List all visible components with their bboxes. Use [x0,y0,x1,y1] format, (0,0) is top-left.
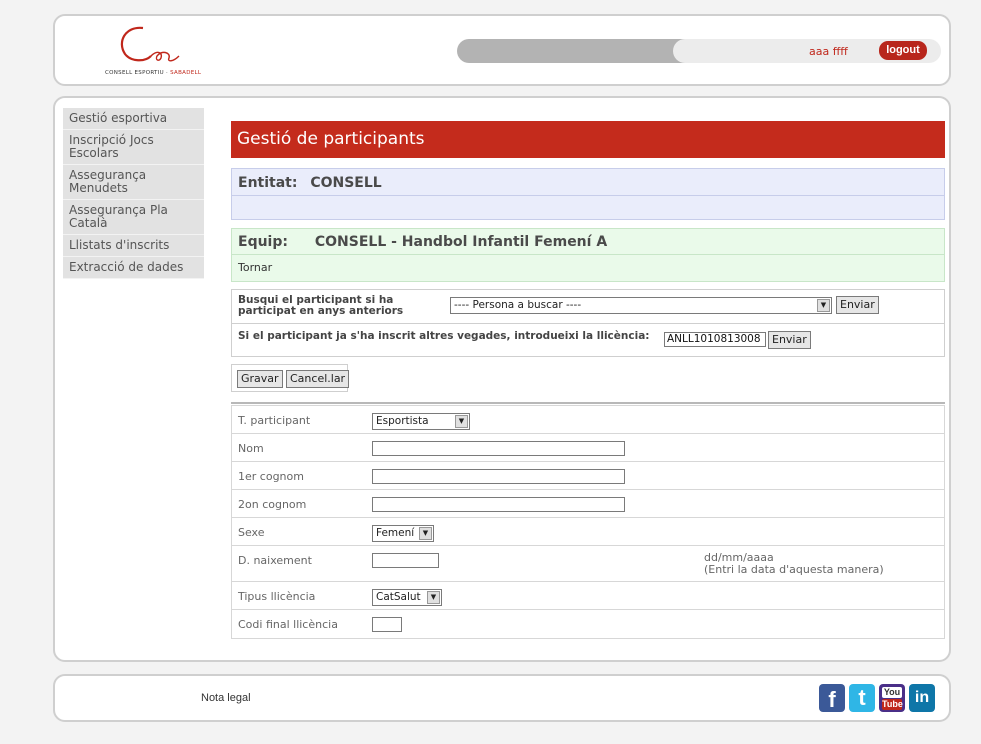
equip-label: Equip: [238,234,288,250]
cognom2-label: 2on cognom [238,498,307,511]
equip-box: Equip: CONSELL - Handbol Infantil Femení… [231,228,945,282]
nom-input[interactable] [372,441,625,456]
cognom1-input[interactable] [372,469,625,484]
facebook-icon[interactable]: f [819,684,845,712]
twitter-icon[interactable]: t [849,684,875,712]
sexe-value: Femení [376,527,415,539]
sidebar-item-assegurança-pla[interactable]: Assegurança Pla Català [63,200,204,235]
equip-row: Equip: CONSELL - Handbol Infantil Femení… [232,229,944,255]
form-row-naixement: D. naixement dd/mm/aaaa (Entri la data d… [232,546,944,582]
sidebar-menu: Gestió esportiva Inscripció Jocs Escolar… [63,108,204,279]
persona-select-value: ---- Persona a buscar ---- [454,299,582,311]
gravar-button[interactable]: Gravar [237,370,283,388]
youtube-icon[interactable]: You Tube [879,684,905,712]
tornar-link[interactable]: Tornar [238,261,272,274]
form-row-cognom2: 2on cognom [232,490,944,518]
llicencia-select[interactable]: CatSalut ▼ [372,589,442,606]
entitat-row: Entitat: CONSELL [232,169,944,196]
consell-esportiu-logo[interactable]: CONSELL ESPORTIU · SABADELL [105,22,215,82]
linkedin-icon[interactable]: in [909,684,935,712]
persona-select[interactable]: ---- Persona a buscar ---- ▼ [450,297,832,314]
naixement-input[interactable] [372,553,439,568]
logo-swirl-icon [120,26,180,62]
tparticipant-select[interactable]: Esportista ▼ [372,413,470,430]
equip-value: CONSELL - Handbol Infantil Femení A [314,234,608,250]
chevron-down-icon: ▼ [419,527,432,540]
licence-label: Si el participant ja s'ha inscrit altres… [238,330,650,342]
youtube-you: You [882,687,902,698]
chevron-down-icon: ▼ [817,299,830,312]
logout-button[interactable]: logout [879,41,927,60]
entitat-box: Entitat: CONSELL [231,168,945,220]
page-title: Gestió de participants [231,121,945,158]
form-row-sexe: Sexe Femení ▼ [232,518,944,546]
sexe-label: Sexe [238,526,265,539]
sidebar-item-gestio-esportiva[interactable]: Gestió esportiva [63,108,204,130]
sidebar-item-inscripcio-jocs[interactable]: Inscripció Jocs Escolars [63,130,204,165]
licence-enviar-button[interactable]: Enviar [768,331,811,349]
cognom2-input[interactable] [372,497,625,512]
logo-text: CONSELL ESPORTIU · SABADELL [105,70,202,76]
nom-label: Nom [238,442,264,455]
cancel-button[interactable]: Cancel.lar [286,370,350,388]
licence-input[interactable]: ANLL1010813008 [664,332,766,347]
llicencia-label: Tipus llicència [238,590,316,603]
form-row-llicencia: Tipus llicència CatSalut ▼ [232,582,944,610]
llicencia-value: CatSalut [376,591,421,603]
cognom1-label: 1er cognom [238,470,304,483]
search-participant-label: Busqui el participant si ha participat e… [238,294,404,317]
naixement-label: D. naixement [238,554,312,567]
entitat-value: CONSELL [310,175,382,191]
date-hint-2: (Entri la data d'aquesta manera) [704,563,884,576]
youtube-tube: Tube [882,699,903,710]
form-row-nom: Nom [232,434,944,462]
action-buttons: Gravar Cancel.lar [231,364,350,392]
codi-label: Codi final llicència [238,618,338,631]
sidebar-item-extraccio[interactable]: Extracció de dades [63,257,204,279]
sidebar-item-assegurança-menudets[interactable]: Assegurança Menudets [63,165,204,200]
nota-legal-link[interactable]: Nota legal [201,692,251,704]
entitat-label: Entitat: [238,175,298,191]
form-row-codi: Codi final llicència [232,610,944,638]
sidebar-item-llistats[interactable]: Llistats d'inscrits [63,235,204,257]
chevron-down-icon: ▼ [455,415,468,428]
search-box: Busqui el participant si ha participat e… [231,289,945,357]
user-name: aaa ffff [809,45,848,58]
tparticipant-value: Esportista [376,415,429,427]
chevron-down-icon: ▼ [427,591,440,604]
sexe-select[interactable]: Femení ▼ [372,525,434,542]
header-bar-left [457,39,697,63]
form-row-cognom1: 1er cognom [232,462,944,490]
tparticipant-label: T. participant [238,414,311,427]
form-row-tparticipant: T. participant Esportista ▼ [232,406,944,434]
header-panel: CONSELL ESPORTIU · SABADELL aaa ffff log… [53,14,951,86]
codi-input[interactable] [372,617,402,632]
footer-panel: Nota legal f t You Tube in [53,674,951,722]
search-enviar-button[interactable]: Enviar [836,296,879,314]
participant-form: T. participant Esportista ▼ Nom 1er cogn… [231,405,945,639]
divider [231,402,945,404]
content-panel: Gestió esportiva Inscripció Jocs Escolar… [53,96,951,662]
